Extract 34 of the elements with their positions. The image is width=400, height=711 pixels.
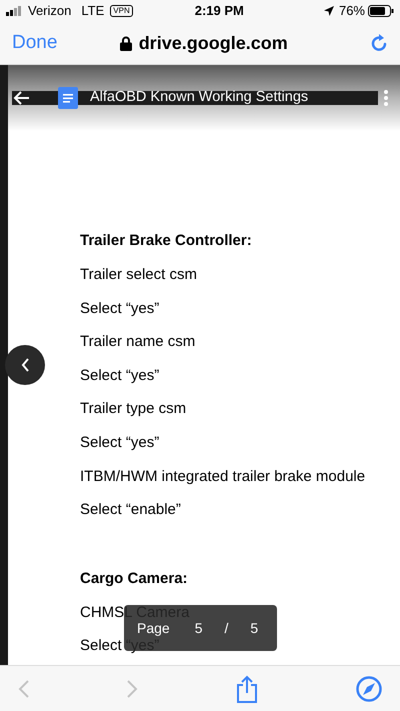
document-line: Trailer name csm [80,332,196,352]
more-icon[interactable] [384,90,388,106]
url-text: drive.google.com [138,32,288,55]
document-line: Select “yes” [80,298,160,319]
document-line: Trailer type csm [80,399,186,420]
document-icon [58,87,78,109]
share-icon[interactable] [236,674,258,702]
page-separator: / [224,618,228,638]
section-heading: Cargo Camera: [80,568,188,589]
signal-icon [6,6,24,16]
vpn-badge: VPN [110,5,133,17]
document-line: ITBM/HWM integrated trailer brake module [80,466,366,487]
network-text: LTE [81,2,104,20]
battery-text: 76% [338,2,365,20]
previous-page-button[interactable] [5,345,45,385]
location-icon [324,6,334,16]
document-line: Select “enable” [80,500,181,520]
chevron-left-icon [20,358,30,372]
carrier-text: Verizon [28,2,72,20]
back-arrow-icon[interactable] [12,90,30,106]
compass-icon[interactable] [356,676,382,702]
page-label: Page [137,618,170,638]
battery-icon [368,5,394,17]
time-text: 2:19 PM [194,2,244,20]
document-title: AlfaOBD Known Working Settings [90,88,308,108]
document-line: Select “yes” [80,432,160,453]
reload-icon[interactable] [370,33,388,53]
current-page: 5 [194,618,202,638]
total-pages: 5 [250,618,258,638]
section-heading: Trailer Brake Controller: [80,231,252,251]
document-line: Select “yes” [80,366,160,386]
done-button[interactable]: Done [12,28,58,58]
document-line: Trailer select csm [80,265,197,285]
lock-icon [120,36,132,50]
